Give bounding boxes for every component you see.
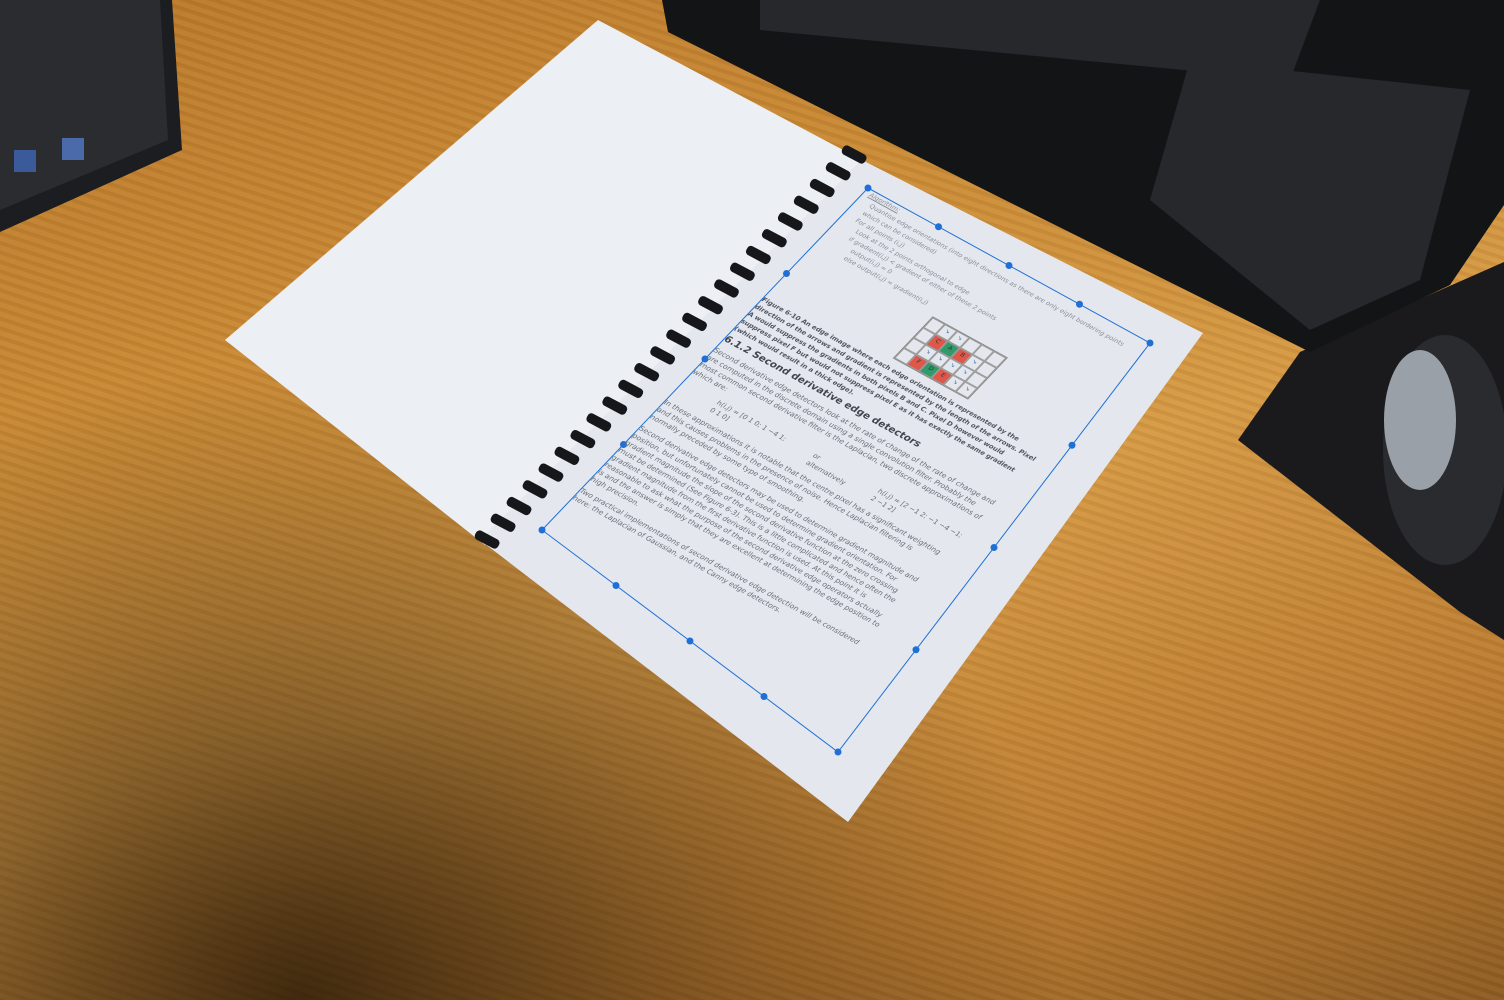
selection-handle	[760, 693, 768, 700]
selection-handle	[990, 544, 998, 551]
windows-sticker	[62, 138, 84, 160]
selection-handle	[834, 748, 842, 756]
selection-handle	[686, 637, 694, 645]
intel-sticker	[14, 150, 36, 172]
selection-handle	[1068, 441, 1076, 449]
selection-handle	[912, 646, 920, 654]
selection-handle	[612, 582, 620, 589]
